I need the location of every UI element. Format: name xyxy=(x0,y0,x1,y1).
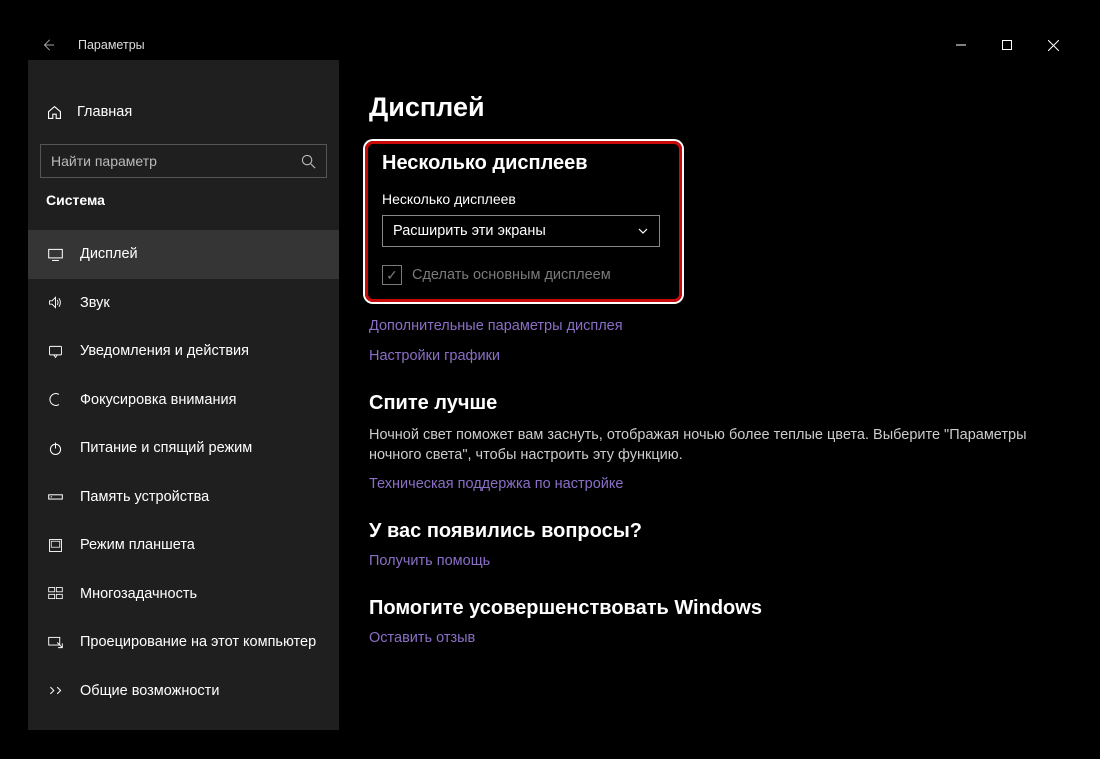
graphics-settings-link[interactable]: Настройки графики xyxy=(369,348,1048,364)
chevron-down-icon xyxy=(637,225,649,237)
nav-item-projecting[interactable]: Проецирование на этот компьютер xyxy=(28,618,339,667)
nav-item-display[interactable]: Дисплей xyxy=(28,230,339,279)
section-label: Система xyxy=(28,192,339,208)
multiple-displays-dropdown[interactable]: Расширить эти экраны xyxy=(382,215,660,247)
questions-section: У вас появились вопросы? Получить помощь xyxy=(369,520,1048,569)
nav-label: Дисплей xyxy=(80,246,138,262)
nav-label: Фокусировка внимания xyxy=(80,392,236,408)
sound-icon xyxy=(46,294,64,312)
storage-icon xyxy=(46,488,64,506)
titlebar: Параметры xyxy=(28,30,1076,60)
page-title: Дисплей xyxy=(369,92,1048,123)
nav-item-storage[interactable]: Память устройства xyxy=(28,473,339,522)
notifications-icon xyxy=(46,342,64,360)
checkbox-label: Сделать основным дисплеем xyxy=(412,267,611,283)
nav: Дисплей Звук Уведомления и действия Фоку… xyxy=(28,230,339,715)
sleep-better-section: Спите лучше Ночной свет поможет вам засн… xyxy=(369,392,1048,492)
projecting-icon xyxy=(46,633,64,651)
section-heading: Спите лучше xyxy=(369,392,1048,415)
nav-label: Питание и спящий режим xyxy=(80,440,252,456)
search-icon xyxy=(301,154,316,169)
nav-item-sound[interactable]: Звук xyxy=(28,279,339,328)
nav-item-power[interactable]: Питание и спящий режим xyxy=(28,424,339,473)
nav-item-focus[interactable]: Фокусировка внимания xyxy=(28,376,339,425)
nav-label: Уведомления и действия xyxy=(80,343,249,359)
get-help-link[interactable]: Получить помощь xyxy=(369,553,1048,569)
home-icon xyxy=(46,104,63,121)
nav-item-multitask[interactable]: Многозадачность xyxy=(28,570,339,619)
close-button[interactable] xyxy=(1030,30,1076,60)
main-content: Дисплей Несколько дисплеев Несколько дис… xyxy=(339,60,1076,730)
primary-display-checkbox: ✓ Сделать основным дисплеем xyxy=(382,265,661,285)
nav-label: Режим планшета xyxy=(80,537,195,553)
advanced-display-link[interactable]: Дополнительные параметры дисплея xyxy=(369,318,1048,334)
search-box[interactable] xyxy=(40,144,327,178)
multitask-icon xyxy=(46,585,64,603)
minimize-button[interactable] xyxy=(938,30,984,60)
nav-label: Общие возможности xyxy=(80,683,219,699)
maximize-button[interactable] xyxy=(984,30,1030,60)
shared-icon xyxy=(46,682,64,700)
nav-item-notifications[interactable]: Уведомления и действия xyxy=(28,327,339,376)
feedback-section: Помогите усовершенствовать Windows Остав… xyxy=(369,597,1048,646)
nav-item-tablet[interactable]: Режим планшета xyxy=(28,521,339,570)
home-button[interactable]: Главная xyxy=(28,92,339,132)
section-desc: Ночной свет поможет вам заснуть, отображ… xyxy=(369,425,1039,466)
feedback-link[interactable]: Оставить отзыв xyxy=(369,630,1048,646)
focus-icon xyxy=(46,391,64,409)
search-input[interactable] xyxy=(51,153,301,169)
checkbox-icon: ✓ xyxy=(382,265,402,285)
multiple-displays-section: Несколько дисплеев Несколько дисплеев Ра… xyxy=(365,141,682,302)
nav-label: Проецирование на этот компьютер xyxy=(80,634,316,650)
dropdown-value: Расширить эти экраны xyxy=(393,223,546,239)
tablet-icon xyxy=(46,536,64,554)
sidebar: Главная Система Дисплей Звук xyxy=(28,60,339,730)
nav-label: Память устройства xyxy=(80,489,209,505)
tech-support-link[interactable]: Техническая поддержка по настройке xyxy=(369,476,1048,492)
section-heading: У вас появились вопросы? xyxy=(369,520,1048,543)
field-label: Несколько дисплеев xyxy=(382,191,661,207)
display-icon xyxy=(46,245,64,263)
window-title: Параметры xyxy=(78,38,145,52)
power-icon xyxy=(46,439,64,457)
home-label: Главная xyxy=(77,104,132,120)
nav-label: Многозадачность xyxy=(80,586,197,602)
section-heading: Помогите усовершенствовать Windows xyxy=(369,597,1048,620)
settings-window: Параметры Главная Система xyxy=(28,30,1076,730)
section-heading: Несколько дисплеев xyxy=(382,152,661,175)
back-button[interactable] xyxy=(28,30,68,60)
nav-label: Звук xyxy=(80,295,110,311)
nav-item-shared[interactable]: Общие возможности xyxy=(28,667,339,716)
window-controls xyxy=(938,30,1076,60)
